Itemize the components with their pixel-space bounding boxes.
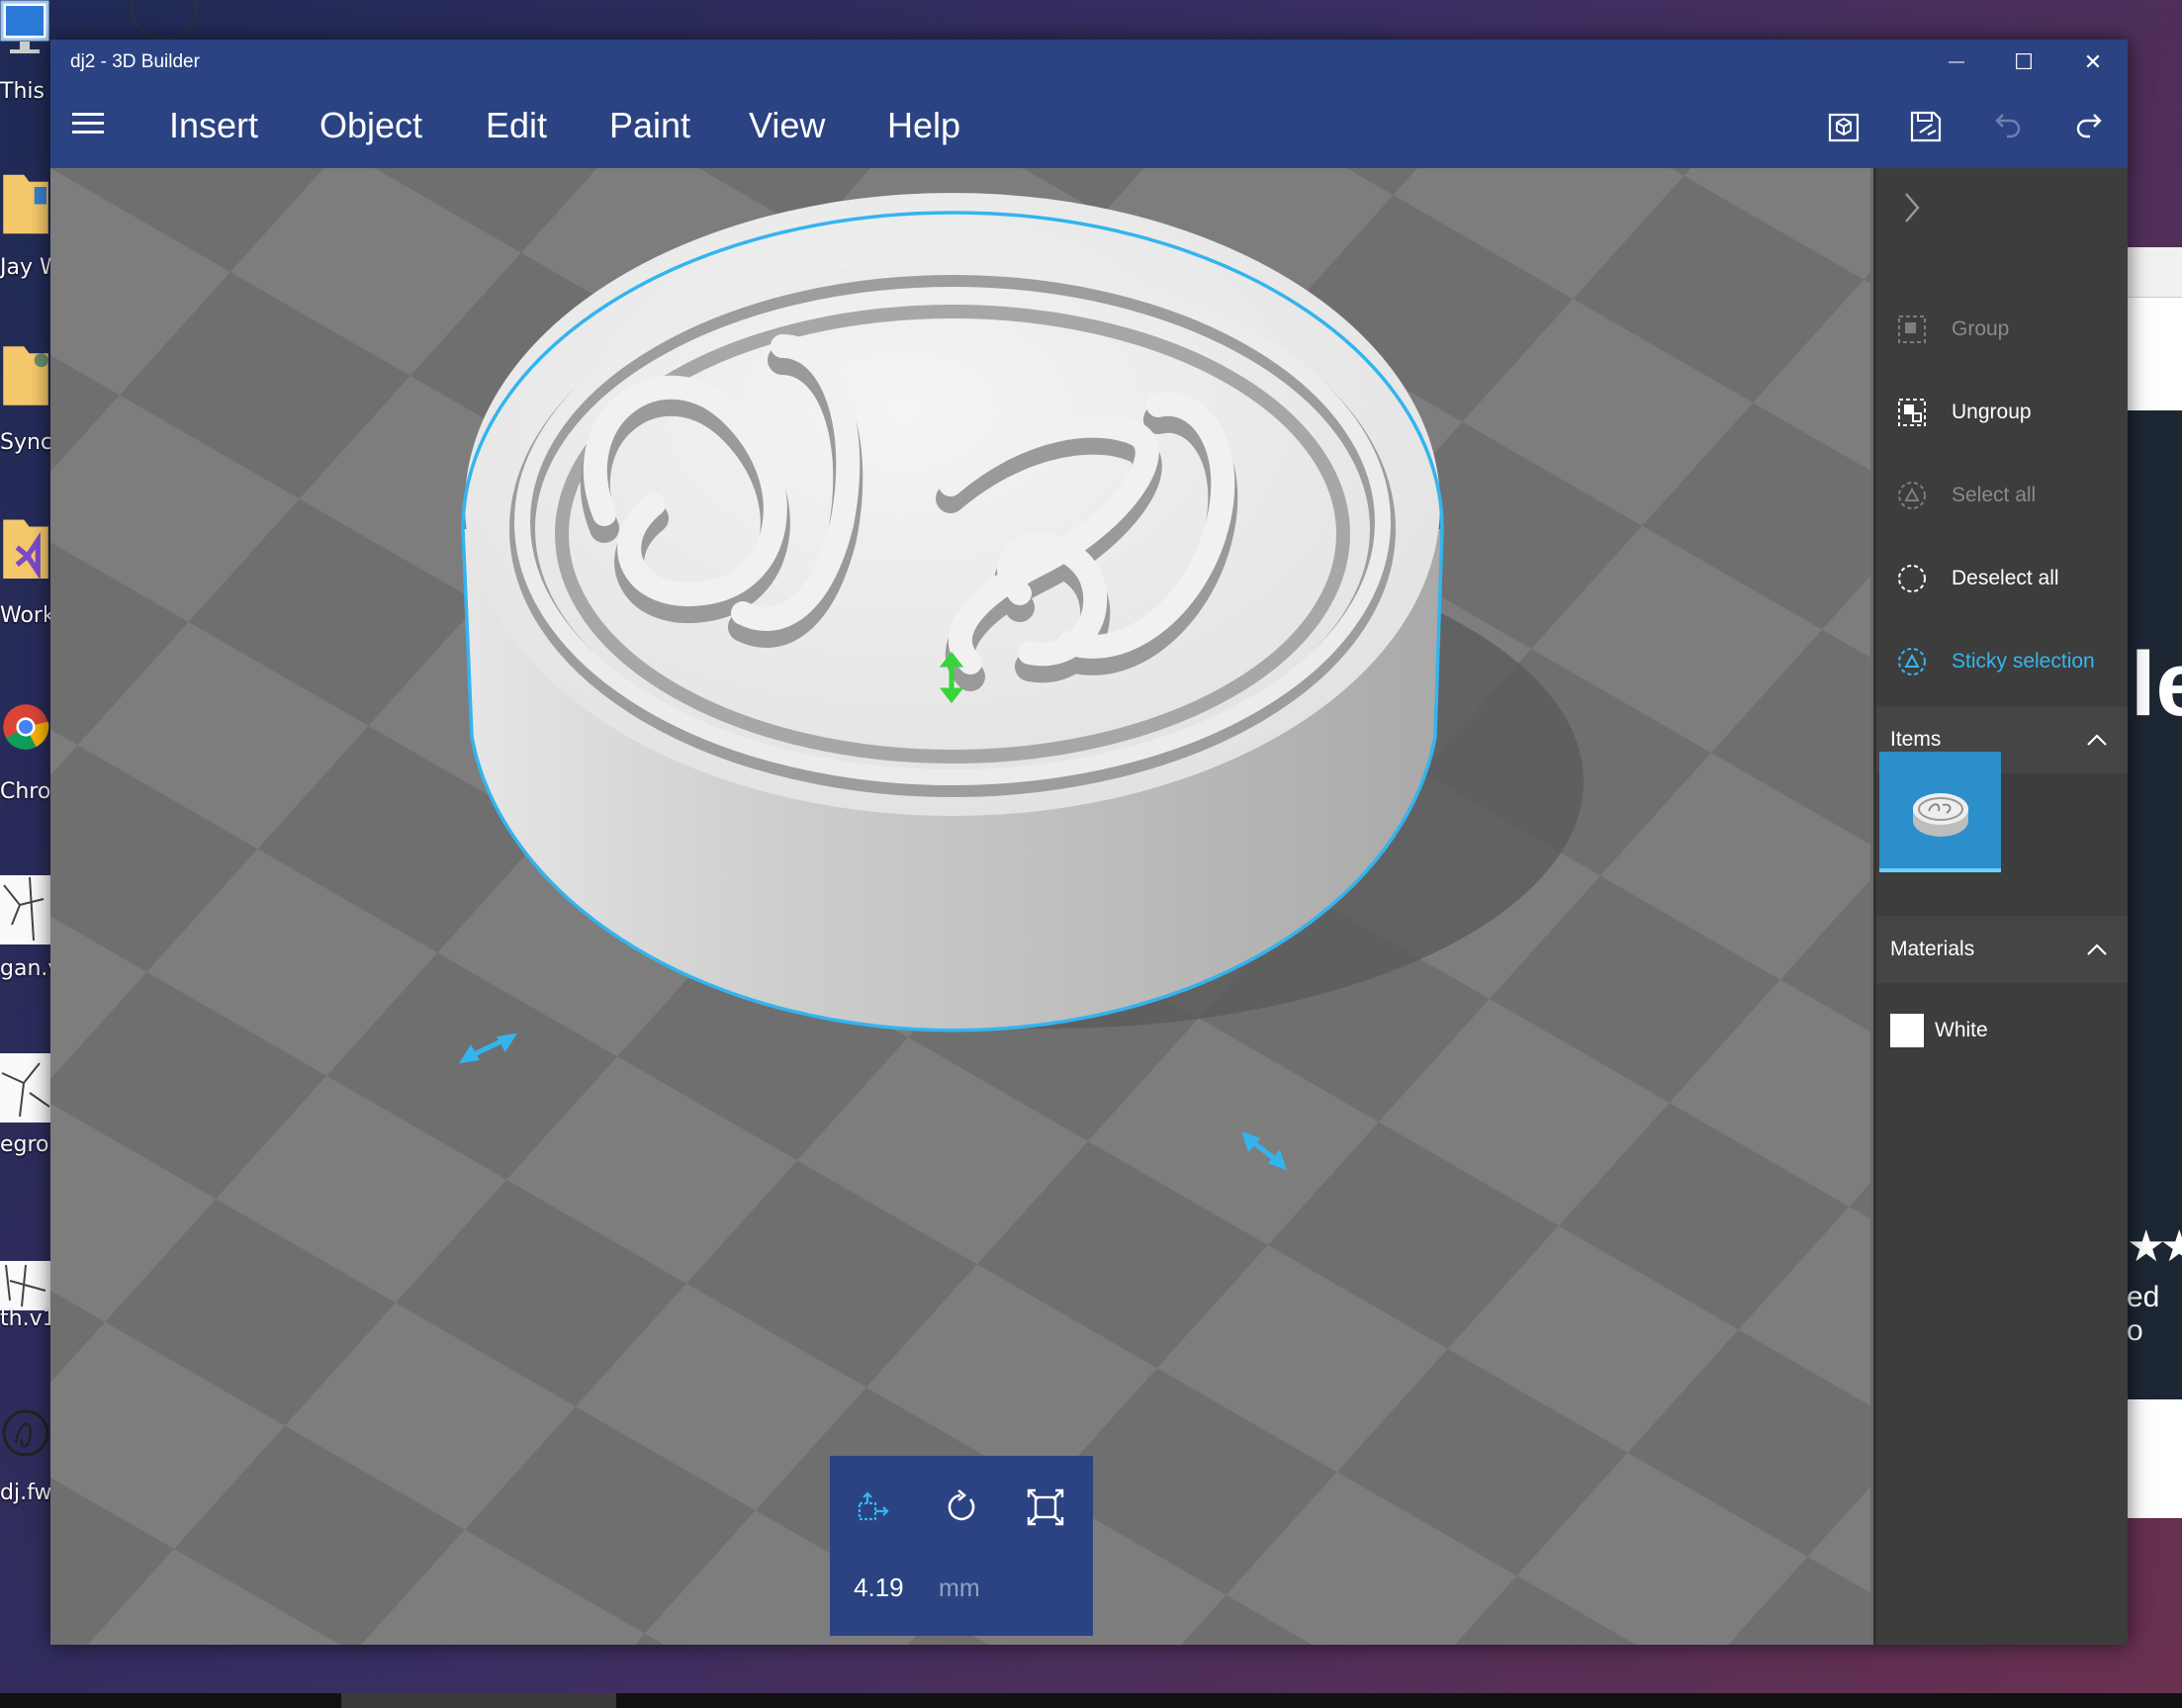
maximize-button[interactable]: ☐ [1989, 40, 2058, 85]
model-thumbnail-icon [1913, 793, 1968, 837]
menu-view[interactable]: View [749, 105, 825, 146]
background-window-text: ed o [2127, 1281, 2160, 1347]
materials-section-header[interactable]: Materials [1876, 916, 2128, 983]
select-all-label: Select all [1952, 484, 2037, 506]
ungroup-icon [1898, 399, 1926, 426]
transform-tool-panel: 4.19 mm [830, 1456, 1093, 1636]
3d-viewport[interactable]: 4.19 mm [50, 168, 1870, 1645]
menu-bar: Insert Object Edit Paint View Help [50, 85, 2128, 168]
hamburger-menu-icon[interactable] [72, 113, 104, 138]
menu-edit[interactable]: Edit [486, 105, 547, 146]
folder-icon [3, 346, 48, 405]
materials-header-label: Materials [1890, 938, 1975, 960]
menu-help[interactable]: Help [887, 105, 960, 146]
ungroup-button[interactable]: Ungroup [1876, 373, 2128, 452]
background-window-rating: ★★ [2127, 1222, 2182, 1271]
sticky-selection-button[interactable]: Sticky selection [1876, 622, 2128, 701]
minimize-button[interactable]: — [1922, 40, 1991, 85]
menu-insert[interactable]: Insert [169, 105, 258, 146]
window-title: dj2 - 3D Builder [70, 51, 200, 72]
folder-icon [3, 174, 48, 234]
dimension-unit: mm [939, 1574, 980, 1602]
deselect-all-label: Deselect all [1952, 567, 2059, 589]
material-swatch [1890, 1014, 1924, 1047]
rotate-icon[interactable] [939, 1485, 982, 1529]
map-file-icon [0, 875, 51, 944]
sticky-selection-icon [1898, 648, 1926, 675]
title-bar[interactable]: dj2 - 3D Builder — ☐ ✕ [50, 40, 2128, 85]
chevron-up-icon[interactable] [2085, 942, 2109, 957]
background-window: le ★★ ed o [2127, 247, 2182, 1518]
menu-object[interactable]: Object [319, 105, 422, 146]
move-icon[interactable] [852, 1485, 895, 1529]
dimension-value[interactable]: 4.19 [854, 1573, 904, 1603]
material-label: White [1935, 1019, 1988, 1041]
select-all-icon [1898, 482, 1926, 509]
map-file-icon [0, 1053, 51, 1123]
chevron-right-icon[interactable] [1898, 190, 1926, 225]
taskbar[interactable] [0, 1693, 2182, 1708]
ungroup-label: Ungroup [1952, 401, 2032, 423]
deselect-all-button[interactable]: Deselect all [1876, 539, 2128, 618]
scale-icon[interactable] [1024, 1485, 1067, 1529]
monitor-icon [0, 0, 49, 53]
group-button[interactable]: Group [1876, 290, 2128, 369]
visual-studio-icon [3, 519, 48, 581]
side-panel: Group Ungroup Select all Deselect all St… [1873, 168, 2128, 1645]
group-label: Group [1952, 317, 2010, 340]
background-window-heading: le [2131, 634, 2182, 735]
item-thumbnail[interactable] [1879, 752, 2001, 872]
save-icon[interactable] [1906, 107, 1946, 146]
app-window: dj2 - 3D Builder — ☐ ✕ Insert Object Edi… [50, 40, 2128, 1645]
scene[interactable] [50, 168, 1870, 1645]
menu-paint[interactable]: Paint [609, 105, 690, 146]
taskbar-item[interactable] [341, 1693, 616, 1708]
redo-icon[interactable] [2070, 107, 2110, 146]
close-button[interactable]: ✕ [2058, 40, 2128, 85]
group-icon [1898, 315, 1926, 343]
chrome-icon [3, 704, 49, 750]
logo-file-icon [2, 1409, 49, 1457]
sticky-selection-label: Sticky selection [1952, 650, 2095, 673]
items-header-label: Items [1890, 728, 1942, 751]
undo-icon[interactable] [1989, 107, 2029, 146]
desktop-logo-icon [131, 0, 198, 40]
chevron-up-icon[interactable] [2085, 732, 2109, 748]
deselect-all-icon [1898, 565, 1926, 592]
3d-view-icon[interactable] [1825, 107, 1864, 146]
select-all-button[interactable]: Select all [1876, 456, 2128, 535]
background-window-toolbar [2127, 247, 2182, 298]
